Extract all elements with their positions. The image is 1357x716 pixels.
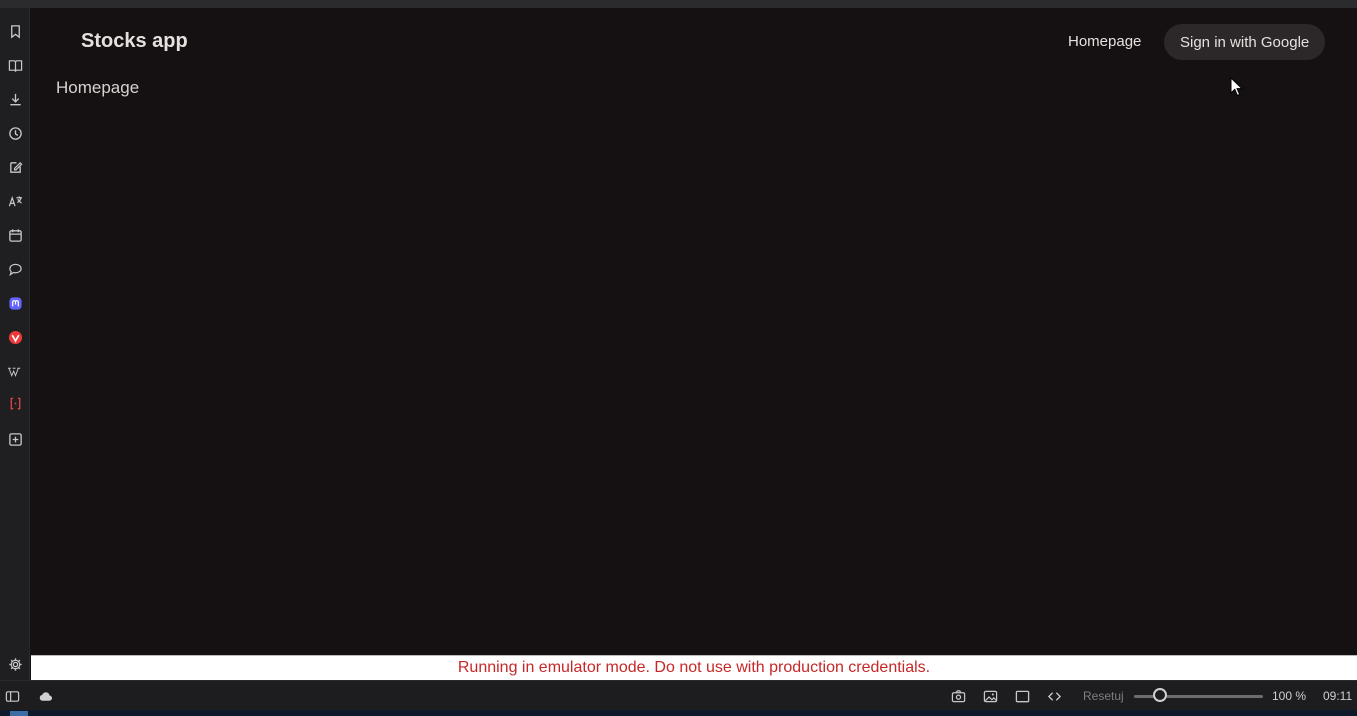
- download-icon[interactable]: [4, 88, 26, 110]
- browser-status-bar: Resetuj 100 % 09:11: [0, 680, 1357, 710]
- window-icon[interactable]: [1013, 687, 1031, 705]
- vivaldi-icon[interactable]: [4, 326, 26, 348]
- zoom-reset-button[interactable]: Resetuj: [1083, 689, 1124, 703]
- bookmark-icon[interactable]: [4, 20, 26, 42]
- emulator-warning-banner: Running in emulator mode. Do not use wit…: [31, 655, 1357, 680]
- chat-icon[interactable]: [4, 258, 26, 280]
- brackets-icon[interactable]: [4, 392, 26, 414]
- mouse-pointer-icon: [1230, 76, 1244, 102]
- camera-icon[interactable]: [949, 687, 967, 705]
- page-title: Homepage: [56, 78, 140, 97]
- os-taskbar: [0, 710, 1357, 716]
- web-content: Stocks app Homepage Sign in with Google …: [31, 8, 1357, 655]
- add-panel-icon[interactable]: [4, 428, 26, 450]
- app-title: Stocks app: [81, 30, 188, 52]
- panel-toggle-icon[interactable]: [3, 687, 21, 705]
- translate-icon[interactable]: [4, 190, 26, 212]
- wikipedia-icon[interactable]: [4, 360, 26, 382]
- zoom-level: 100 %: [1272, 689, 1307, 703]
- browser-sidebar: [0, 8, 30, 680]
- sign-in-google-button[interactable]: Sign in with Google: [1164, 24, 1326, 60]
- code-icon[interactable]: [1045, 687, 1063, 705]
- start-button[interactable]: [10, 711, 28, 716]
- calendar-icon[interactable]: [4, 224, 26, 246]
- mastodon-icon[interactable]: [4, 292, 26, 314]
- browser-top-strip: [0, 0, 1357, 8]
- gear-icon[interactable]: [4, 653, 26, 675]
- clock: 09:11: [1323, 689, 1353, 703]
- homepage-link[interactable]: Homepage: [1068, 33, 1141, 50]
- image-icon[interactable]: [981, 687, 999, 705]
- reading-list-icon[interactable]: [4, 54, 26, 76]
- zoom-slider-thumb[interactable]: [1152, 688, 1167, 702]
- cloud-sync-icon[interactable]: [36, 687, 54, 705]
- history-icon[interactable]: [4, 122, 26, 144]
- notes-icon[interactable]: [4, 156, 26, 178]
